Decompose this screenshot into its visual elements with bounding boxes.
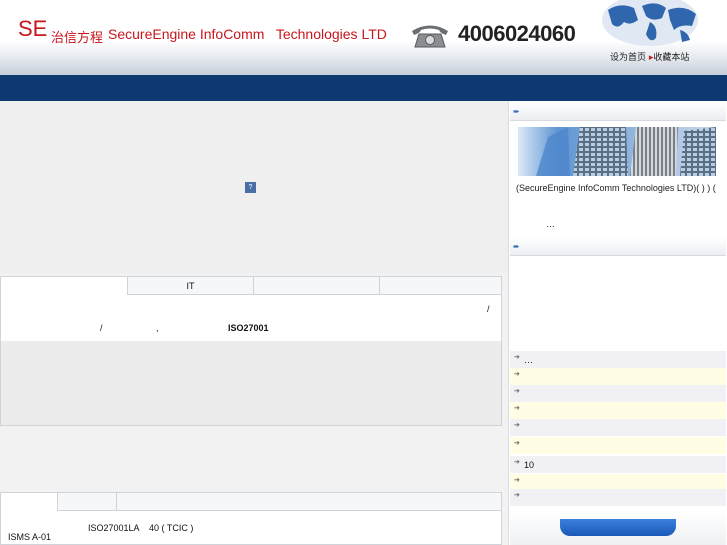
logo[interactable]: SE bbox=[18, 16, 47, 42]
bullet-icon: ➔ bbox=[514, 477, 520, 484]
news-item[interactable]: ➔ … bbox=[510, 351, 726, 368]
bullet-icon: ➔ bbox=[514, 422, 520, 429]
tab-1[interactable] bbox=[0, 276, 128, 295]
bullet-icon: ➔ bbox=[514, 371, 520, 378]
bullet-icon: ➔ bbox=[514, 354, 520, 361]
hotline-number: 4006024060 bbox=[458, 21, 576, 46]
news-item[interactable]: ➔ bbox=[510, 489, 726, 506]
tab-a[interactable] bbox=[0, 492, 58, 511]
main-nav-bar bbox=[0, 75, 727, 101]
news-item[interactable]: ➔ bbox=[510, 437, 726, 454]
about-more-link[interactable]: … bbox=[546, 219, 555, 229]
arrow-icon: ➨ bbox=[513, 107, 520, 116]
news-item[interactable]: ➔ bbox=[510, 385, 726, 402]
bullet-icon: ➔ bbox=[514, 440, 520, 447]
about-header bbox=[510, 102, 726, 121]
iso-standard-label: ISO27001 bbox=[228, 323, 269, 333]
course-text: ISO27001LA 40 ( TCIC ) bbox=[88, 523, 194, 533]
broken-image-icon: ? bbox=[245, 182, 256, 193]
panel-band bbox=[1, 341, 501, 425]
bookmark-link[interactable]: 收藏本站 bbox=[653, 53, 689, 63]
top-links: 设为首页 ▸收藏本站 bbox=[610, 50, 689, 63]
bullet-icon: ➔ bbox=[514, 388, 520, 395]
office-buildings-image bbox=[518, 127, 716, 176]
isms-label: ISMS A-01 bbox=[8, 532, 52, 542]
panel-text: , bbox=[156, 323, 159, 333]
news-item[interactable]: ➔ bbox=[510, 419, 726, 436]
tab-bar-2 bbox=[0, 492, 502, 511]
company-name-en: SecureEngine InfoComm Technologies LTD bbox=[108, 26, 387, 42]
bullet-icon: ➔ bbox=[514, 492, 520, 499]
bullet-icon: ➔ bbox=[514, 459, 520, 466]
tab-4[interactable] bbox=[380, 276, 502, 295]
news-header bbox=[510, 237, 726, 256]
panel-text: / bbox=[100, 323, 103, 333]
tab-it[interactable]: IT bbox=[128, 276, 254, 295]
about-text: (SecureEngine InfoComm Technologies LTD)… bbox=[516, 183, 716, 193]
telephone-icon bbox=[412, 25, 448, 48]
news-item[interactable]: ➔ bbox=[510, 368, 726, 385]
tab-b[interactable] bbox=[58, 492, 117, 511]
company-name-cn: 治信方程 bbox=[51, 31, 104, 46]
world-map-icon bbox=[602, 0, 698, 46]
panel-text: / bbox=[487, 304, 490, 314]
tab-3[interactable] bbox=[254, 276, 380, 295]
news-item[interactable]: ➔ 10 bbox=[510, 456, 726, 473]
arrow-icon: ➨ bbox=[513, 242, 520, 251]
set-homepage-link[interactable]: 设为首页 bbox=[610, 53, 646, 63]
news-item[interactable]: ➔ bbox=[510, 402, 726, 419]
bullet-icon: ➔ bbox=[514, 405, 520, 412]
tab-filler bbox=[117, 492, 502, 511]
tab-bar-1: IT bbox=[0, 276, 502, 295]
sidebar-tab-button[interactable] bbox=[560, 519, 676, 536]
